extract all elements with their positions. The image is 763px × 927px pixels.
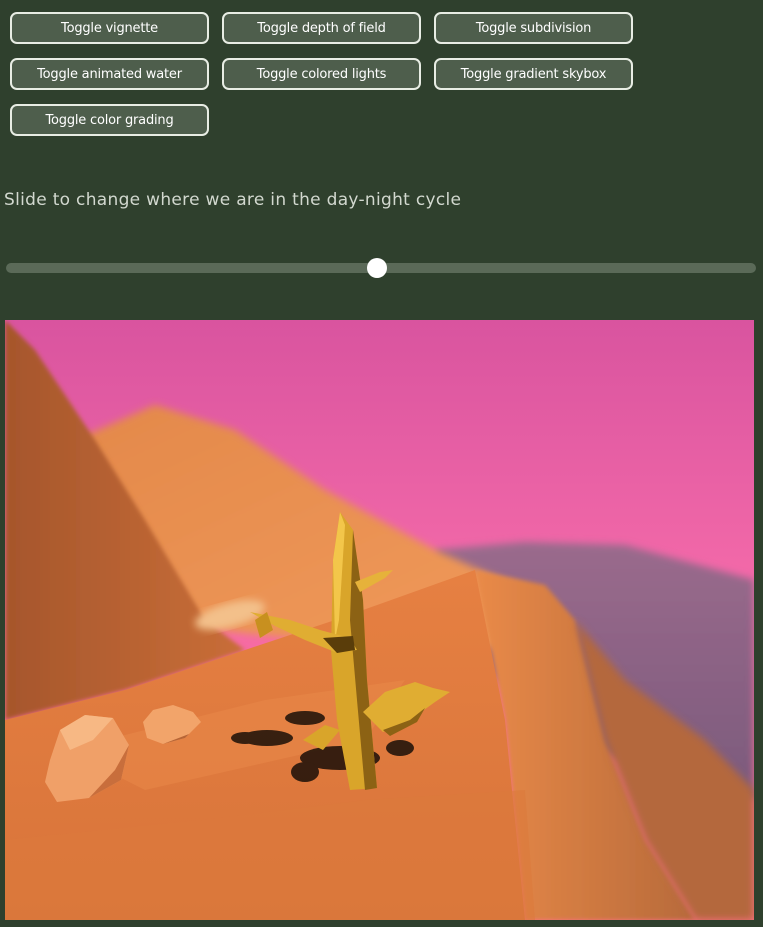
toggle-gradient-skybox-button[interactable]: Toggle gradient skybox — [434, 58, 633, 90]
toggle-depth-of-field-button[interactable]: Toggle depth of field — [222, 12, 421, 44]
scene-render — [5, 320, 754, 920]
toggle-vignette-button[interactable]: Toggle vignette — [10, 12, 209, 44]
toggle-animated-water-button[interactable]: Toggle animated water — [10, 58, 209, 90]
toggle-color-grading-button[interactable]: Toggle color grading — [10, 104, 209, 136]
day-night-caption: Slide to change where we are in the day-… — [4, 190, 462, 210]
toggle-colored-lights-button[interactable]: Toggle colored lights — [222, 58, 421, 90]
scene-viewport[interactable] — [5, 320, 754, 920]
toggle-subdivision-button[interactable]: Toggle subdivision — [434, 12, 633, 44]
day-night-slider-thumb[interactable] — [367, 258, 388, 278]
